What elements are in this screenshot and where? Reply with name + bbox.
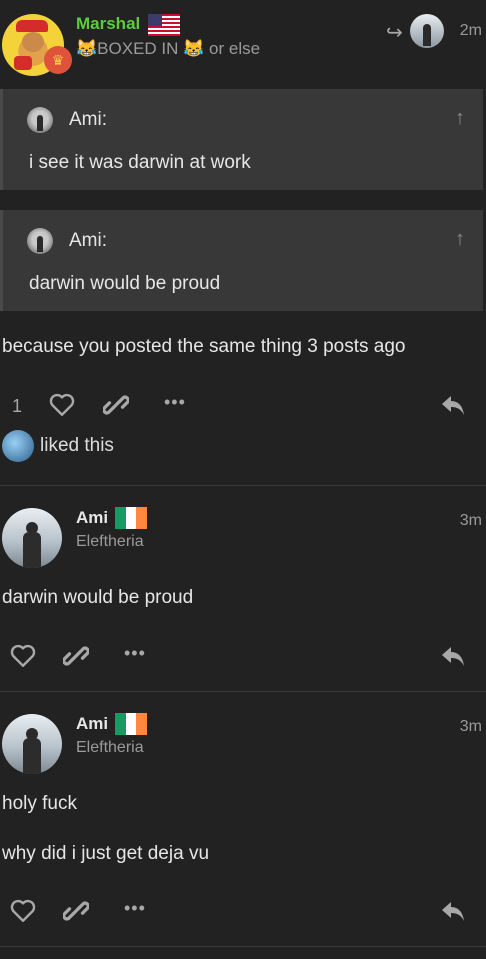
more-icon[interactable]: ••• xyxy=(164,392,186,413)
post-time[interactable]: 2m xyxy=(460,22,482,40)
post-divider xyxy=(0,946,486,947)
post-username[interactable]: Ami xyxy=(76,508,108,528)
up-arrow-icon[interactable]: ↑ xyxy=(455,228,465,251)
up-arrow-icon[interactable]: ↑ xyxy=(455,107,465,130)
reply-icon[interactable] xyxy=(440,899,466,923)
post-body: because you posted the same thing 3 post… xyxy=(2,336,406,357)
poster-username[interactable]: Marshal xyxy=(76,14,140,34)
crown-badge: ♛ xyxy=(44,46,72,74)
like-count[interactable]: 1 xyxy=(12,396,22,417)
post-time[interactable]: 3m xyxy=(460,718,482,736)
reply-icon[interactable] xyxy=(440,644,466,668)
post-user-title: Eleftheria xyxy=(76,533,144,550)
heart-icon[interactable] xyxy=(49,393,75,417)
ireland-flag-icon xyxy=(115,713,148,735)
post-time[interactable]: 3m xyxy=(460,512,482,530)
link-icon[interactable] xyxy=(63,643,89,669)
ireland-flag-icon xyxy=(115,507,148,529)
link-icon[interactable] xyxy=(63,898,89,924)
more-icon[interactable]: ••• xyxy=(124,898,146,919)
us-flag-icon xyxy=(148,14,180,36)
quote-text: darwin would be proud xyxy=(29,273,221,294)
quote-block: Ami: ↑ i see it was darwin at work xyxy=(0,89,483,190)
heart-icon[interactable] xyxy=(10,899,36,923)
liker-avatar[interactable] xyxy=(2,430,34,462)
liked-this-text: liked this xyxy=(40,435,114,456)
share-arrow-icon[interactable]: ↪ xyxy=(386,20,403,45)
poster-user-title: 😹BOXED IN 😹 or else xyxy=(76,39,261,58)
post-username[interactable]: Ami xyxy=(76,714,108,734)
quote-author-avatar xyxy=(27,228,53,254)
post-body-line: holy fuck xyxy=(2,793,77,814)
quote-block: Ami: ↑ darwin would be proud xyxy=(0,210,483,311)
post-body: darwin would be proud xyxy=(2,587,194,608)
ami-avatar[interactable] xyxy=(2,714,62,774)
post-divider xyxy=(0,485,486,486)
quote-author: Ami: xyxy=(69,230,107,251)
reply-icon[interactable] xyxy=(440,393,466,417)
link-icon[interactable] xyxy=(103,392,129,418)
post-user-title: Eleftheria xyxy=(76,739,144,756)
post-divider xyxy=(0,691,486,692)
ami-avatar[interactable] xyxy=(2,508,62,568)
reply-to-avatar[interactable] xyxy=(410,14,444,48)
quote-text: i see it was darwin at work xyxy=(29,152,251,173)
quote-author: Ami: xyxy=(69,109,107,130)
quote-author-avatar xyxy=(27,107,53,133)
more-icon[interactable]: ••• xyxy=(124,643,146,664)
post-body-line: why did i just get deja vu xyxy=(2,843,210,864)
heart-icon[interactable] xyxy=(10,644,36,668)
